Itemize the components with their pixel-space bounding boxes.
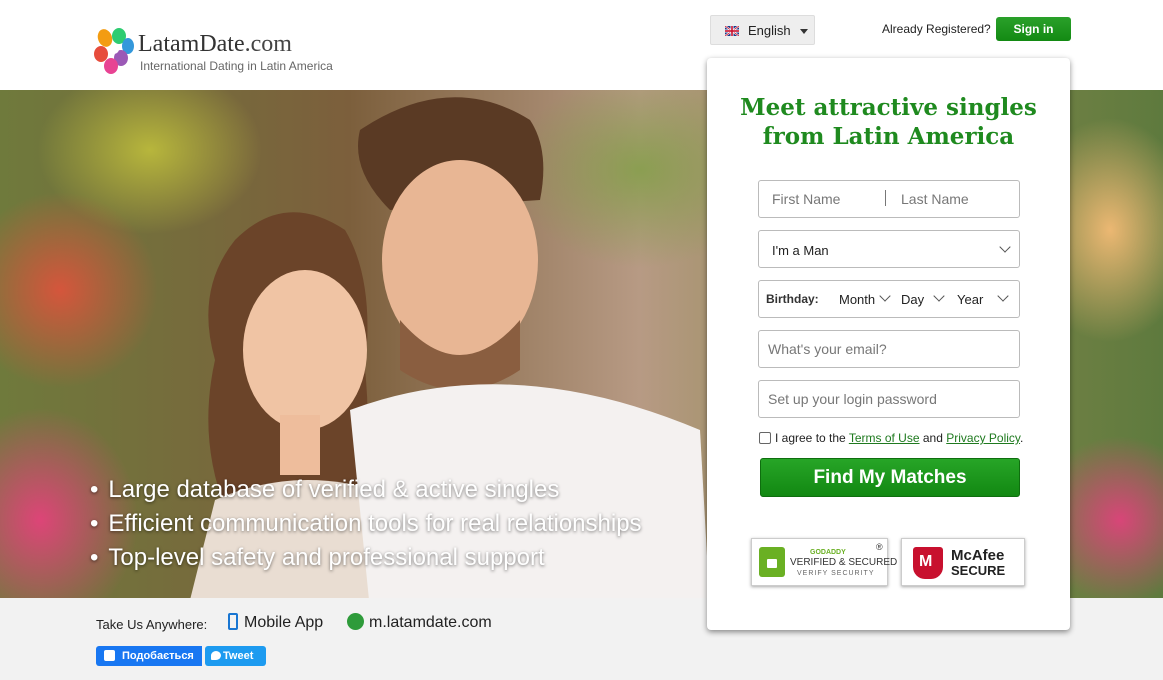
signup-title: Meet attractive singles from Latin Ameri… — [707, 93, 1070, 151]
mcafee-shield-icon: M — [913, 547, 943, 579]
agree-and: and — [922, 431, 943, 445]
logo-name-accent: Date — [199, 31, 245, 57]
gender-select[interactable]: I'm a Man — [758, 230, 1020, 268]
mcafee-secure-badge[interactable]: M McAfee SECURE — [901, 538, 1025, 586]
language-selector[interactable]: English — [710, 15, 815, 45]
name-fields — [758, 180, 1020, 218]
signup-title-line-2: from Latin America — [762, 123, 1015, 150]
logo-suffix: .com — [244, 31, 292, 57]
lock-icon — [759, 547, 785, 577]
password-field — [758, 380, 1020, 418]
benefit-item: Efficient communication tools for real r… — [90, 510, 641, 538]
twitter-bird-icon — [211, 651, 221, 660]
chevron-down-icon — [997, 290, 1009, 302]
godaddy-brand: GODADDY — [810, 549, 846, 556]
find-my-matches-button[interactable]: Find My Matches — [760, 458, 1020, 497]
chevron-down-icon — [999, 241, 1011, 253]
last-name-input[interactable] — [901, 191, 1011, 207]
site-tagline: International Dating in Latin America — [140, 59, 333, 73]
godaddy-verify-text: VERIFY SECURITY — [797, 570, 875, 577]
mobile-app-link[interactable]: Mobile App — [228, 613, 323, 632]
first-name-input[interactable] — [772, 191, 882, 207]
caret-down-icon — [800, 29, 808, 34]
benefit-item: Large database of verified & active sing… — [90, 476, 642, 504]
agree-prefix: I agree to the — [775, 431, 846, 445]
mobile-app-label: Mobile App — [244, 614, 324, 631]
email-input[interactable] — [768, 341, 1008, 357]
godaddy-verified-text: VERIFIED & SECURED — [790, 557, 898, 568]
gender-value: I'm a Man — [772, 243, 829, 258]
uk-flag-icon — [725, 26, 739, 36]
privacy-policy-link[interactable]: Privacy Policy — [946, 431, 1020, 445]
tweet-button[interactable]: Tweet — [205, 646, 266, 666]
thumbs-up-icon — [104, 650, 115, 661]
globe-icon — [347, 613, 364, 630]
like-label: Подобається — [122, 650, 194, 662]
logo-wordmark: LatamDate.com — [138, 31, 292, 58]
mobile-site-label: m.latamdate.com — [369, 614, 492, 631]
agree-checkbox[interactable] — [759, 432, 771, 444]
site-logo[interactable]: LatamDate.com International Dating in La… — [93, 26, 353, 78]
mobile-site-link[interactable]: m.latamdate.com — [347, 613, 492, 632]
chevron-down-icon — [933, 290, 945, 302]
godaddy-security-badge[interactable]: GODADDY VERIFIED & SECURED VERIFY SECURI… — [751, 538, 897, 586]
mcafee-secure-text: SECURE — [951, 563, 1006, 578]
take-us-anywhere-label: Take Us Anywhere: — [96, 617, 208, 632]
birth-year-select[interactable]: Year — [957, 292, 983, 307]
agree-suffix: . — [1020, 431, 1024, 445]
registered-mark: ® — [876, 542, 883, 552]
tweet-label: Tweet — [223, 650, 254, 662]
birth-day-select[interactable]: Day — [901, 292, 924, 307]
birth-month-select[interactable]: Month — [839, 292, 875, 307]
birthday-label: Birthday: — [766, 292, 819, 306]
hero-benefits-list: Large database of verified & active sing… — [90, 476, 642, 578]
already-registered-text: Already Registered? — [882, 22, 991, 36]
mcafee-name: McAfee — [951, 547, 1005, 564]
birthday-fields: Birthday: Month Day Year — [758, 280, 1020, 318]
mcafee-mark: M — [919, 553, 933, 570]
signup-panel: Meet attractive singles from Latin Ameri… — [707, 58, 1070, 630]
logo-petals-icon — [94, 28, 134, 74]
terms-agreement: I agree to the Terms of Use and Privacy … — [759, 431, 1023, 445]
phone-icon — [228, 613, 238, 630]
terms-of-use-link[interactable]: Terms of Use — [849, 431, 920, 445]
logo-name: Latam — [138, 31, 200, 57]
sign-in-button[interactable]: Sign in — [996, 17, 1071, 41]
name-divider — [885, 190, 886, 206]
email-field — [758, 330, 1020, 368]
signup-title-line-1: Meet attractive singles — [740, 94, 1037, 121]
chevron-down-icon — [879, 290, 891, 302]
facebook-like-button[interactable]: Подобається — [96, 646, 202, 666]
language-label: English — [748, 23, 791, 38]
benefit-item: Top-level safety and professional suppor… — [90, 544, 642, 572]
password-input[interactable] — [768, 391, 1008, 407]
